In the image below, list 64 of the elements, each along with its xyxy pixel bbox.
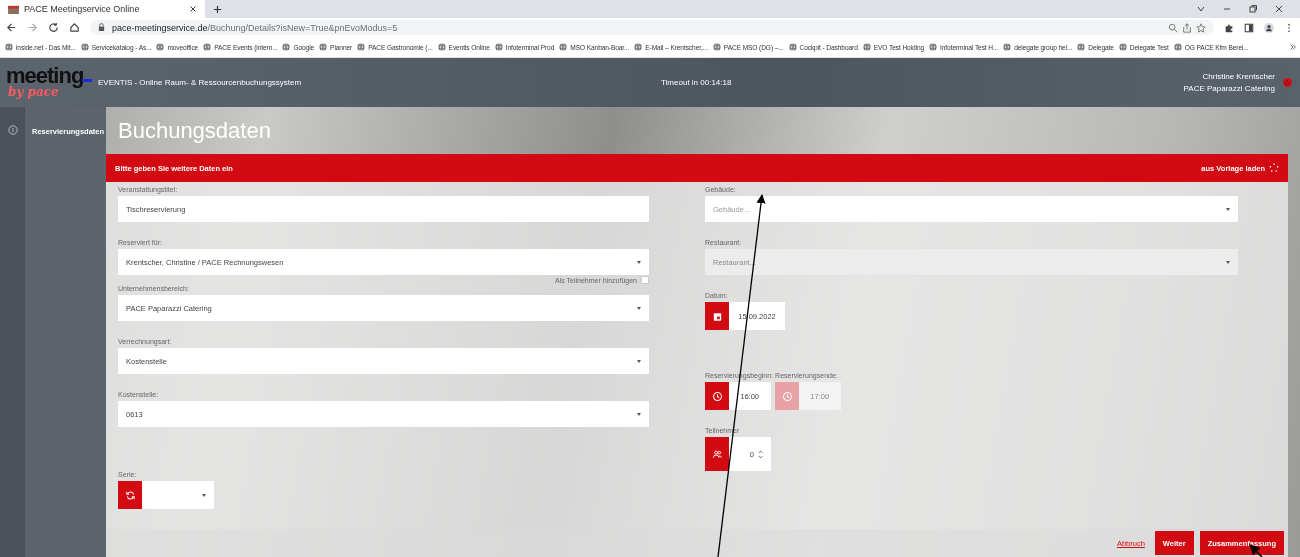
share-icon[interactable] [1182,22,1192,33]
chevron-down-icon[interactable] [1196,4,1206,14]
step-number-icon [7,125,18,135]
globe-icon [1077,43,1086,51]
stepper-icon[interactable] [758,448,763,460]
caret-icon [1226,207,1230,211]
globe-icon [929,43,938,51]
globe-icon [1118,43,1127,51]
close-icon[interactable] [189,5,197,13]
people-icon [711,448,723,460]
sidebar-icon[interactable] [1244,22,1254,33]
globe-icon [282,43,291,51]
clock-icon [711,390,723,402]
globe-icon [1173,43,1182,51]
globe-icon [5,43,13,51]
restore-icon[interactable] [1248,4,1258,14]
repeat-icon [124,489,136,501]
globe-icon [156,43,165,51]
back-icon[interactable] [6,22,17,33]
globe-icon [494,43,503,51]
caret-icon [202,493,206,497]
globe-icon [862,43,871,51]
address-bar[interactable]: pace-meetingservice.de/Buchung/Details?isNew=True&pnEvoModus=5 [90,20,1214,35]
clock-icon [781,390,793,402]
url-path: /Buchung/Details?isNew=True&pnEvoModus=5 [207,22,398,33]
close-icon[interactable] [1274,4,1284,14]
chevron-right-icon[interactable] [1289,43,1297,51]
timeout-text: Timeout in 00:14:18 [661,78,733,87]
new-tab-icon[interactable] [213,4,222,14]
caret-icon [1226,260,1230,264]
spinner-icon [1269,163,1279,173]
caret-icon [637,260,641,264]
zoom-icon[interactable] [1168,22,1178,33]
globe-icon [788,43,797,51]
caret-icon [637,306,641,310]
caret-icon [637,359,641,363]
home-icon[interactable] [69,22,80,33]
user-name: Christine Krentscher [1202,72,1275,81]
globe-icon [203,43,212,51]
user-org: PACE Paparazzi Catering [1183,84,1275,93]
caret-icon [637,412,641,416]
globe-icon [1003,43,1012,51]
logo-dash [82,78,92,82]
globe-icon [80,43,89,51]
profile-icon[interactable] [1264,22,1274,33]
calendar-icon [8,4,19,14]
globe-icon [712,43,721,51]
globe-icon [634,43,643,51]
lock-icon [98,23,105,32]
reload-icon[interactable] [48,22,59,33]
browser-tab[interactable]: PACE Meetingservice Online [0,0,205,18]
page-title: Buchungsdaten [117,117,272,145]
globe-icon [437,43,446,51]
system-title: EVENTIS - Online Raum- & Ressourcenbuchungssystem [98,78,303,87]
globe-icon [357,43,366,51]
tab-title: PACE Meetingservice Online [24,4,141,14]
checkbox[interactable] [641,276,649,284]
puzzle-icon[interactable] [1224,22,1234,33]
globe-icon [319,43,328,51]
url-host: pace-meetingservice.de [112,22,208,33]
select-field[interactable] [142,481,214,509]
calendar-icon [711,310,723,322]
globe-icon [559,43,568,51]
star-icon[interactable] [1196,22,1206,33]
